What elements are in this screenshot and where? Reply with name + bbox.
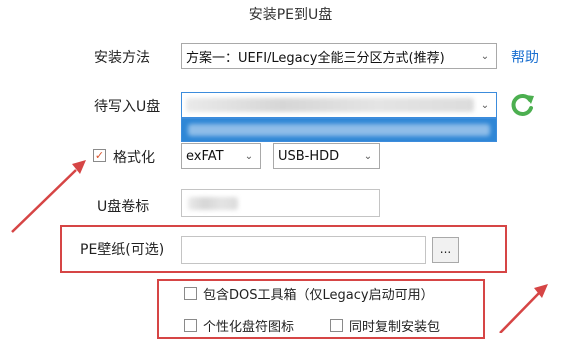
arrow-to-options-icon bbox=[499, 284, 548, 333]
annotation-arrows bbox=[11, 160, 548, 333]
arrow-to-format-icon bbox=[11, 160, 86, 233]
